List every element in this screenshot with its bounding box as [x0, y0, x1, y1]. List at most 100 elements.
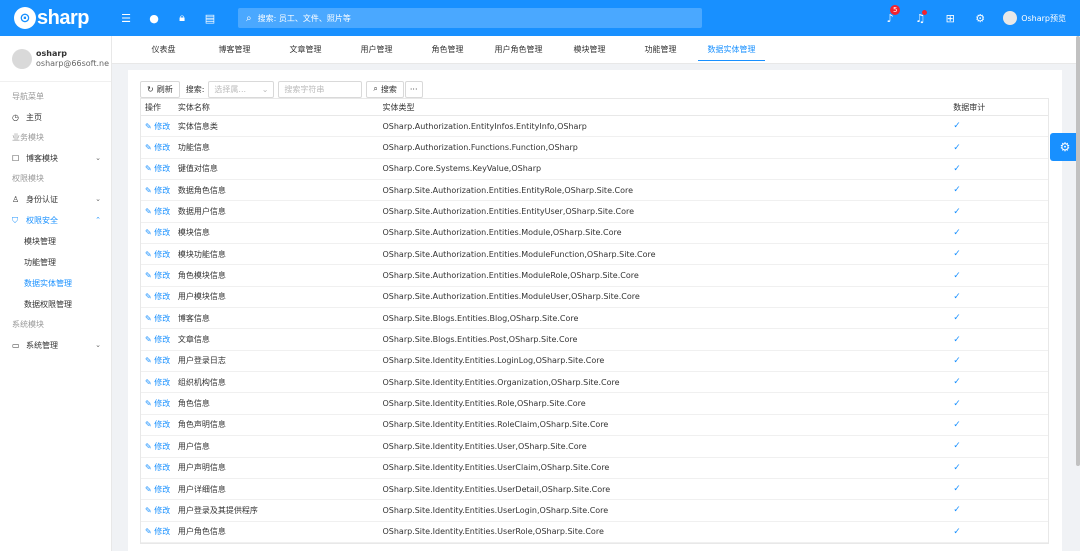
apps-grid-icon[interactable]: ⊞ [935, 0, 965, 36]
audit-check-icon[interactable]: ✓ [953, 527, 961, 537]
tab-user[interactable]: 用户管理 [341, 36, 412, 64]
edit-link[interactable]: ✎ 修改 [145, 164, 170, 173]
monitor-icon: ▭ [12, 341, 20, 350]
audit-check-icon[interactable]: ✓ [953, 441, 961, 451]
edit-link[interactable]: ✎ 修改 [145, 143, 170, 152]
table-row: ✎ 修改 用户详细信息 OSharp.Site.Identity.Entities.… [141, 479, 1048, 501]
edit-link[interactable]: ✎ 修改 [145, 271, 170, 280]
lock-icon[interactable]: 🔒︎ [168, 0, 196, 36]
edit-link[interactable]: ✎ 修改 [145, 250, 170, 259]
settings-gear-icon[interactable]: ⚙ [965, 0, 995, 36]
table-row: ✎ 修改 文章信息 OSharp.Site.Blogs.Entities.Post,… [141, 329, 1048, 351]
edit-label: 修改 [154, 292, 171, 302]
edit-link[interactable]: ✎ 修改 [145, 314, 170, 323]
audit-check-icon[interactable]: ✓ [953, 207, 961, 217]
github-icon[interactable]: ● [140, 0, 168, 36]
search-string-input[interactable]: 搜索字符串 [278, 80, 363, 98]
profile-email: osharp@66soft.ne [36, 59, 109, 68]
audit-check-icon[interactable]: ✓ [953, 399, 961, 409]
sidebar-subitem-module[interactable]: 模块管理 [0, 231, 111, 252]
edit-label: 修改 [154, 228, 171, 238]
edit-link[interactable]: ✎ 修改 [145, 378, 170, 387]
sidebar-item-home[interactable]: ◷ 主页 [0, 107, 111, 128]
refresh-label: 刷新 [156, 84, 173, 94]
edit-link[interactable]: ✎ 修改 [145, 420, 170, 429]
property-select[interactable]: 选择属... ⌄ [208, 80, 275, 98]
audit-check-icon[interactable]: ✓ [953, 228, 961, 238]
audit-check-icon[interactable]: ✓ [953, 292, 961, 302]
logo[interactable]: ⊙ sharp [0, 0, 112, 36]
audit-check-icon[interactable]: ✓ [953, 313, 961, 323]
table-row: ✎ 修改 角色信息 OSharp.Site.Identity.Entities.Ro… [141, 393, 1048, 415]
table-row: ✎ 修改 用户登录及其提供程序 OSharp.Site.Identity.Entit… [141, 500, 1048, 522]
edit-link[interactable]: ✎ 修改 [145, 463, 170, 472]
audit-check-icon[interactable]: ✓ [953, 420, 961, 430]
audit-check-icon[interactable]: ✓ [953, 121, 961, 131]
global-search-input[interactable]: ⌕ 搜索: 员工、文件、照片等 [238, 8, 702, 28]
audit-check-icon[interactable]: ✓ [953, 463, 961, 473]
menu-group-system: 系统模块 [12, 320, 44, 329]
entity-type: OSharp.Site.Identity.Entities.UserDetail… [382, 484, 611, 494]
edit-link[interactable]: ✎ 修改 [145, 228, 170, 237]
audit-check-icon[interactable]: ✓ [953, 143, 961, 153]
top-bar: ⊙ sharp ☰ ● 🔒︎ ▤ ⌕ 搜索: 员工、文件、照片等 ♪ 5 ♫ ⊞ … [0, 0, 1080, 36]
edit-link[interactable]: ✎ 修改 [145, 399, 170, 408]
audit-check-icon[interactable]: ✓ [953, 356, 961, 366]
audit-check-icon[interactable]: ✓ [953, 505, 961, 515]
tab-blog[interactable]: 博客管理 [199, 36, 270, 64]
tab-function[interactable]: 功能管理 [625, 36, 696, 64]
tab-post[interactable]: 文章管理 [270, 36, 341, 64]
sidebar-subitem-function[interactable]: 功能管理 [0, 252, 111, 273]
audit-check-icon[interactable]: ✓ [953, 164, 961, 174]
edit-label: 修改 [154, 207, 171, 217]
document-icon[interactable]: ▤ [196, 0, 224, 36]
tab-role[interactable]: 角色管理 [412, 36, 483, 64]
edit-link[interactable]: ✎ 修改 [145, 442, 170, 451]
user-icon: ♙ [12, 195, 20, 204]
edit-icon: ✎ [145, 335, 152, 345]
audit-check-icon[interactable]: ✓ [953, 335, 961, 345]
edit-link[interactable]: ✎ 修改 [145, 122, 170, 131]
sidebar-item-auth[interactable]: ♙ 身份认证 ⌄ [0, 189, 111, 210]
tab-entity[interactable]: 数据实体管理 [696, 36, 767, 64]
search-button[interactable]: ⌕ 搜索 [366, 80, 404, 98]
user-name: Osharp预览 [1021, 13, 1066, 23]
edit-link[interactable]: ✎ 修改 [145, 292, 170, 301]
notification-bell-icon[interactable]: ♪ 5 [875, 0, 905, 36]
edit-link[interactable]: ✎ 修改 [145, 506, 170, 515]
audit-check-icon[interactable]: ✓ [953, 185, 961, 195]
table-row: ✎ 修改 功能信息 OSharp.Authorization.Functions.F… [141, 137, 1048, 159]
edit-icon: ✎ [145, 143, 152, 153]
audit-check-icon[interactable]: ✓ [953, 271, 961, 281]
tab-dashboard[interactable]: 仪表盘 [128, 36, 199, 64]
edit-link[interactable]: ✎ 修改 [145, 356, 170, 365]
entity-name: 模块功能信息 [177, 249, 226, 259]
tab-module[interactable]: 模块管理 [554, 36, 625, 64]
sidebar-subitem-entity[interactable]: 数据实体管理 [0, 273, 111, 294]
sidebar-item-blog[interactable]: ☐ 博客模块 ⌄ [0, 148, 111, 169]
sidebar-item-system[interactable]: ▭ 系统管理 ⌄ [0, 335, 111, 356]
task-bell-icon[interactable]: ♫ [905, 0, 935, 36]
user-menu[interactable]: Osharp预览 [1003, 11, 1066, 25]
tab-user-role[interactable]: 用户角色管理 [483, 36, 554, 64]
audit-check-icon[interactable]: ✓ [953, 484, 961, 494]
sidebar-profile[interactable]: osharp osharp@66soft.ne [0, 36, 111, 82]
more-button[interactable]: ··· [404, 80, 423, 98]
sidebar-subitem-data-permission[interactable]: 数据权限管理 [0, 294, 111, 315]
edit-icon: ✎ [145, 249, 152, 259]
scrollbar[interactable] [1076, 36, 1080, 466]
edit-link[interactable]: ✎ 修改 [145, 186, 170, 195]
entity-type: OSharp.Site.Authorization.Entities.Modul… [382, 292, 640, 302]
menu-toggle-icon[interactable]: ☰ [112, 0, 140, 36]
sidebar-item-security[interactable]: ⛉ 权限安全 ⌃ [0, 210, 111, 231]
edit-icon: ✎ [145, 463, 152, 473]
edit-link[interactable]: ✎ 修改 [145, 485, 170, 494]
edit-link[interactable]: ✎ 修改 [145, 207, 170, 216]
edit-link[interactable]: ✎ 修改 [145, 335, 170, 344]
edit-link[interactable]: ✎ 修改 [145, 527, 170, 536]
entity-name: 角色模块信息 [177, 271, 226, 281]
audit-check-icon[interactable]: ✓ [953, 249, 961, 259]
edit-icon: ✎ [145, 441, 152, 451]
audit-check-icon[interactable]: ✓ [953, 377, 961, 387]
refresh-button[interactable]: ↻ 刷新 [140, 80, 180, 98]
